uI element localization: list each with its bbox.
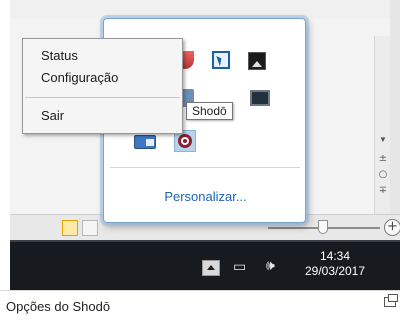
- menu-separator: [25, 97, 180, 98]
- shodo-logo-icon: [178, 134, 192, 148]
- print-layout-view-icon[interactable]: [62, 220, 78, 236]
- vertical-scrollbar[interactable]: ▼ ± ○ ∓: [374, 36, 390, 214]
- caption-text: Opções do Shodō: [6, 299, 111, 314]
- previous-page-icon[interactable]: ±: [375, 152, 391, 166]
- show-hidden-icons-arrow-icon[interactable]: [202, 260, 220, 276]
- cursor-app-icon[interactable]: [212, 51, 230, 69]
- tray-tooltip: Shodō: [186, 102, 233, 120]
- zoom-slider-thumb[interactable]: [318, 220, 328, 234]
- taskbar: ▭ 🕪 14:34 29/03/2017: [10, 240, 400, 290]
- window-right-edge: [390, 0, 400, 240]
- scroll-down-arrow-icon[interactable]: ▼: [375, 134, 391, 146]
- app-top-strip: [10, 0, 400, 18]
- network-icon[interactable]: ▭: [233, 259, 246, 275]
- restore-window-icon[interactable]: [384, 294, 398, 307]
- browse-object-icon[interactable]: ○: [375, 168, 391, 182]
- caption-bar: Opções do Shodō: [0, 290, 400, 322]
- flyout-divider: [110, 167, 300, 168]
- card-icon[interactable]: [134, 135, 156, 149]
- taskbar-clock[interactable]: 14:34 29/03/2017: [295, 249, 375, 279]
- volume-icon[interactable]: 🕪: [266, 258, 275, 274]
- customize-link[interactable]: Personalizar...: [104, 189, 307, 204]
- context-menu: Status Configuração Sair: [22, 38, 183, 134]
- clock-date: 29/03/2017: [304, 264, 366, 278]
- reading-view-icon[interactable]: [82, 220, 98, 236]
- monitor-icon[interactable]: [250, 90, 270, 106]
- photo-app-icon[interactable]: [248, 52, 266, 70]
- next-page-icon[interactable]: ∓: [375, 184, 391, 198]
- menu-item-status[interactable]: Status: [23, 45, 182, 67]
- zoom-in-icon[interactable]: +: [384, 219, 400, 236]
- taskbar-highlight: [10, 240, 400, 242]
- menu-item-exit[interactable]: Sair: [23, 105, 182, 127]
- clock-time: 14:34: [319, 249, 351, 263]
- menu-item-configuration[interactable]: Configuração: [23, 67, 182, 89]
